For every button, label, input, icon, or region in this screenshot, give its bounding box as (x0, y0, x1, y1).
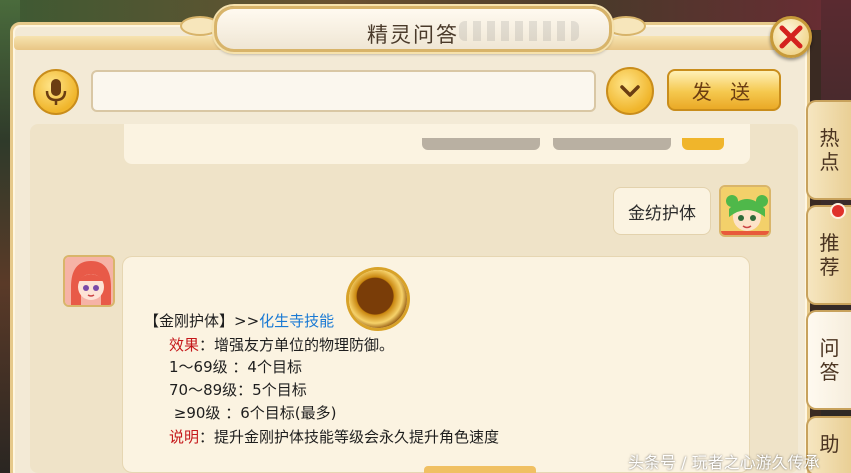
tier-3-line: ≥90级 ：6个目标(最多) (169, 404, 337, 422)
watermark: 头条号 / 玩者之心游久传承 (628, 453, 820, 472)
skill-icon[interactable] (349, 270, 407, 328)
title-ornament-right (606, 16, 646, 36)
tab-hot[interactable]: 热 点 (806, 100, 851, 200)
tab-qa-label: 问 答 (819, 336, 840, 384)
tier-1-line: 1～69级 ：4个目标 (169, 358, 302, 376)
answer-option-button[interactable] (424, 466, 536, 473)
question-input[interactable] (91, 70, 596, 112)
close-button[interactable] (770, 16, 812, 58)
send-button[interactable]: 发 送 (667, 69, 781, 111)
effect-line: 效果：增强友方单位的物理防御。 (169, 334, 394, 355)
tab-recommend[interactable]: 推 荐 (806, 205, 851, 305)
answer-title: 【金刚护体】>> (144, 312, 260, 330)
previous-option-button[interactable] (682, 138, 724, 150)
answer-title-line: 【金刚护体】>>化生寺技能 (144, 310, 334, 331)
effect-label: 效果 (169, 336, 200, 354)
close-x-icon (779, 25, 803, 49)
note-label: 说明 (169, 428, 200, 446)
previous-option-button[interactable] (422, 138, 540, 150)
tab-qa[interactable]: 问 答 (806, 310, 851, 410)
notification-dot (830, 203, 846, 219)
history-dropdown-button[interactable] (606, 67, 654, 115)
effect-text: ：增强友方单位的物理防御。 (199, 336, 395, 354)
window-title: 精灵问答 (367, 23, 459, 47)
user-avatar (719, 185, 771, 237)
tab-hot-label: 热 点 (819, 126, 840, 174)
voice-input-button[interactable] (33, 69, 79, 115)
user-message-bubble: 金纺护体 (613, 187, 711, 235)
tab-recommend-label: 推 荐 (819, 231, 840, 279)
chevron-down-icon (620, 85, 640, 97)
skill-school-link[interactable]: 化生寺技能 (259, 312, 334, 330)
microphone-icon (45, 79, 67, 105)
previous-option-button[interactable] (553, 138, 671, 150)
note-line: 说明：提升金刚护体技能等级会永久提升角色速度 (169, 426, 499, 447)
tab-help-label: 助 (819, 432, 840, 456)
title-plate: 精灵问答 (214, 6, 612, 52)
tier-2-line: 70～89级：5个目标 (169, 381, 307, 399)
note-text: ：提升金刚护体技能等级会永久提升角色速度 (199, 428, 500, 446)
npc-avatar (63, 255, 115, 307)
